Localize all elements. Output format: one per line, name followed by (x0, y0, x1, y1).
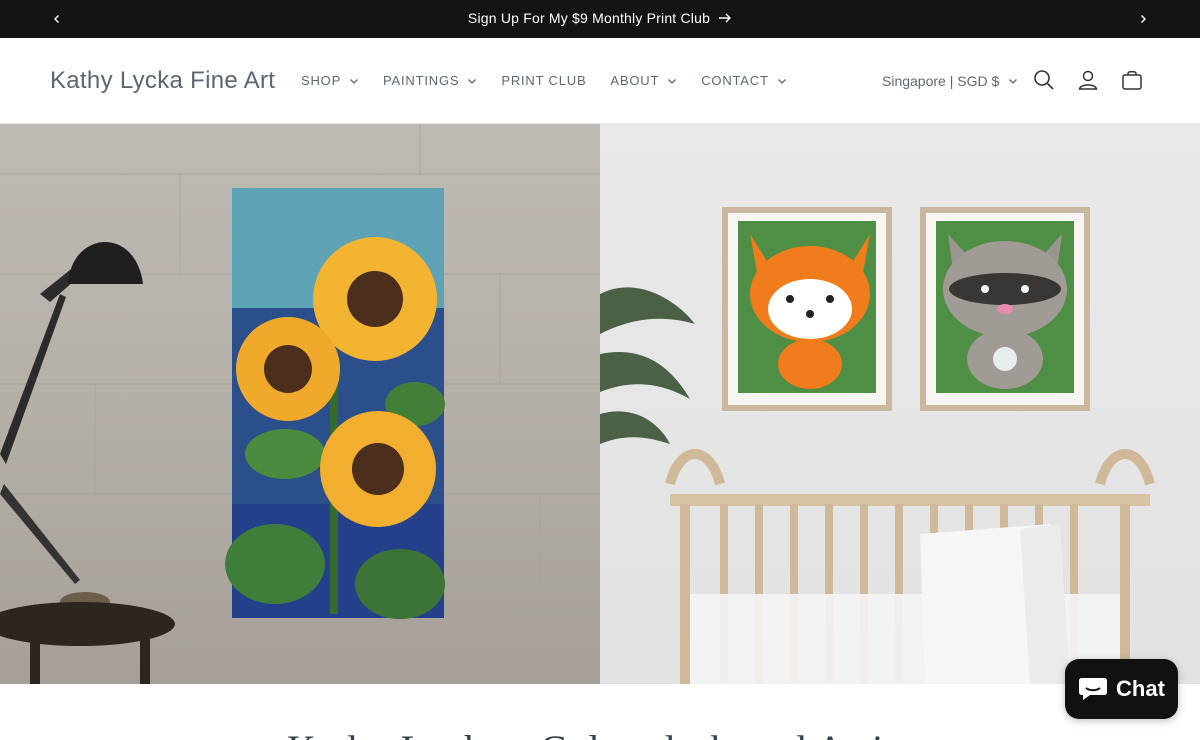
announcement-link[interactable]: Sign Up For My $9 Monthly Print Club (468, 10, 732, 26)
chat-button[interactable]: Chat (1065, 659, 1178, 719)
locale-selector[interactable]: Singapore | SGD $ (882, 73, 1018, 89)
locale-label: Singapore | SGD $ (882, 73, 1000, 89)
nav-label: CONTACT (701, 73, 769, 88)
chat-bubble-icon (1079, 678, 1108, 700)
site-header: Kathy Lycka Fine Art SHOP PAINTINGS PRIN… (0, 38, 1200, 124)
cart-icon[interactable] (1120, 68, 1144, 92)
nav-about[interactable]: ABOUT (610, 73, 677, 88)
chat-label: Chat (1116, 676, 1165, 701)
nav-label: ABOUT (610, 73, 660, 88)
nav-paintings[interactable]: PAINTINGS (383, 73, 477, 88)
arrow-right-icon (719, 13, 732, 23)
nav-print-club[interactable]: PRINT CLUB (501, 73, 586, 88)
main-nav: SHOP PAINTINGS PRINT CLUB ABOUT CONTACT (301, 73, 811, 88)
site-logo[interactable]: Kathy Lycka Fine Art (50, 67, 275, 95)
nav-shop[interactable]: SHOP (301, 73, 359, 88)
nav-contact[interactable]: CONTACT (701, 73, 786, 88)
nav-label: PAINTINGS (383, 73, 460, 88)
chevron-down-icon (467, 76, 477, 86)
chevron-down-icon (667, 76, 677, 86)
chevron-down-icon (1009, 79, 1018, 84)
chevron-right-icon (1141, 15, 1146, 23)
announcement-bar: Sign Up For My $9 Monthly Print Club (0, 0, 1200, 38)
search-icon[interactable] (1032, 68, 1056, 92)
nav-label: PRINT CLUB (501, 73, 587, 88)
hero-image-nursery (600, 124, 1200, 684)
account-icon[interactable] (1076, 68, 1100, 92)
chevron-down-icon (349, 76, 359, 86)
section-title: Kathy Lycka - Colorado-based Artist (0, 726, 1200, 740)
hero-image-sunflowers (0, 124, 600, 684)
announcement-text: Sign Up For My $9 Monthly Print Club (467, 10, 711, 26)
announcement-message: Sign Up For My $9 Monthly Print Club (0, 10, 1200, 26)
announcement-next-button[interactable] (1133, 9, 1153, 29)
hero-banner (0, 124, 1200, 684)
chevron-down-icon (777, 76, 787, 86)
nav-label: SHOP (301, 73, 342, 88)
